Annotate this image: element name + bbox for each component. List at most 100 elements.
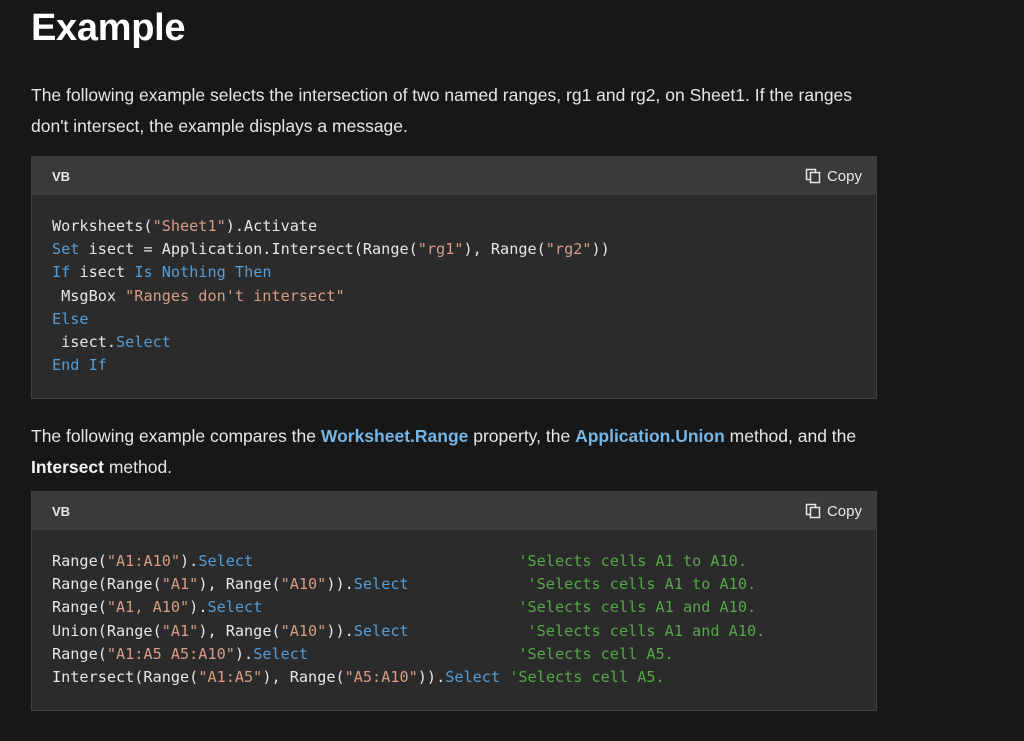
code-line: Set isect = Application.Intersect(Range(… (52, 238, 856, 261)
code-line: Else (52, 308, 856, 331)
code-line: Range("A1, A10").Select 'Selects cells A… (52, 596, 856, 619)
code-comment: 'Selects cells A1 and A10. (518, 598, 757, 617)
code-header-2: VB Copy (32, 492, 876, 530)
code-body-1[interactable]: Worksheets("Sheet1").Activate Set isect =… (32, 195, 876, 377)
code-block-1: VB Copy Worksheets("Sheet1").Activate Set… (31, 156, 877, 399)
code-string: "A10" (280, 621, 327, 640)
copy-button[interactable]: Copy (805, 503, 862, 520)
code-keyword: Select (207, 598, 263, 617)
code-text: ), Range( (463, 240, 546, 259)
code-language-label: VB (52, 503, 71, 519)
section-heading: Example (31, 7, 186, 49)
code-text: ), Range( (262, 667, 345, 686)
code-text: Union(Range( (52, 621, 162, 640)
code-comment: 'Selects cells A1 to A10. (527, 575, 757, 594)
code-line: End If (52, 354, 856, 377)
code-line: If isect Is Nothing Then (52, 261, 856, 284)
code-text: )). (326, 621, 354, 640)
code-string: "rg1" (417, 240, 464, 259)
code-keyword: Select (353, 575, 409, 594)
code-string: "A1:A10" (106, 552, 181, 570)
code-body-2[interactable]: Range("A1:A10").Select 'Selects cells A1… (32, 530, 876, 689)
code-keyword: Set (52, 240, 80, 259)
code-string: "A1" (161, 575, 199, 594)
copy-icon (805, 503, 821, 519)
compare-text-mid1: property, the (468, 426, 576, 446)
code-text: Intersect(Range( (52, 667, 199, 686)
intersect-bold-term: Intersect (31, 457, 104, 477)
compare-text-mid2: method, and the (724, 426, 857, 446)
code-line: Range("A1:A5 A5:A10").Select 'Selects ce… (52, 643, 856, 666)
code-comment: 'Selects cell A5. (509, 667, 665, 686)
copy-label: Copy (826, 502, 862, 520)
code-line: Range("A1:A10").Select 'Selects cells A1… (52, 550, 856, 573)
code-text: )). (326, 575, 354, 594)
code-keyword: Else (52, 309, 89, 328)
code-text: ), Range( (198, 621, 281, 640)
copy-label: Copy (826, 167, 862, 185)
code-comment: 'Selects cells A1 to A10. (518, 552, 747, 570)
code-text: )). (417, 667, 446, 686)
code-keyword: If (52, 263, 71, 282)
compare-text-prefix: The following example compares the (31, 426, 321, 446)
code-keyword: Select (116, 332, 171, 351)
intro-paragraph: The following example selects the inters… (31, 85, 853, 136)
code-line: Worksheets("Sheet1").Activate (52, 215, 856, 238)
copy-icon (805, 168, 821, 184)
code-string: "A5:A10" (344, 667, 418, 686)
code-line: MsgBox "Ranges don't intersect" (52, 285, 856, 308)
code-text: Range( (52, 644, 107, 663)
code-string: "A1, A10" (106, 598, 190, 617)
code-text: ).Activate (225, 217, 318, 235)
code-keyword: Select (253, 644, 309, 663)
code-text: isect = Application.Intersect(Range( (79, 240, 418, 259)
code-keyword: End (52, 356, 80, 375)
code-string: "Sheet1" (152, 217, 226, 235)
code-language-label: VB (52, 168, 71, 184)
code-text: Range( (52, 598, 107, 617)
code-text: ). (180, 552, 199, 570)
application-union-link[interactable]: Application.Union (575, 426, 725, 446)
code-block-2: VB Copy Range("A1:A10").Select 'Selects … (31, 491, 877, 711)
compare-paragraph: The following example compares the Works… (31, 421, 877, 483)
code-string: "A10" (280, 575, 327, 594)
code-line: Range(Range("A1"), Range("A10")).Select … (52, 573, 856, 596)
code-text: ), Range( (198, 575, 281, 594)
code-keyword: Select (198, 552, 254, 570)
code-string: "A1" (161, 621, 199, 640)
code-text: ). (234, 644, 254, 663)
code-header-1: VB Copy (32, 157, 876, 195)
compare-text-suffix: method. (103, 457, 173, 477)
code-line: Union(Range("A1"), Range("A10")).Select … (52, 620, 856, 643)
code-text: Range( (52, 552, 107, 570)
article-content: Example The following example selects th… (31, 0, 877, 711)
code-text: )) (591, 240, 610, 259)
code-keyword: Then (234, 263, 272, 282)
code-text: isect. (52, 332, 117, 351)
code-keyword: Select (353, 621, 409, 640)
code-keyword: Nothing (161, 263, 226, 282)
code-keyword: Is (134, 263, 153, 282)
code-keyword: Select (445, 667, 501, 686)
code-string: "A1:A5" (198, 667, 263, 686)
copy-button[interactable]: Copy (805, 168, 862, 185)
code-string: "A1:A5 A5:A10" (106, 644, 235, 663)
worksheet-range-link[interactable]: Worksheet.Range (321, 426, 469, 446)
code-string: "Ranges don't intersect" (125, 286, 345, 305)
code-comment: 'Selects cells A1 and A10. (527, 621, 766, 640)
code-text: ). (189, 598, 208, 617)
code-text: MsgBox (52, 286, 126, 305)
code-line: isect.Select (52, 331, 856, 354)
code-comment: 'Selects cell A5. (518, 644, 674, 663)
code-text: Worksheets( (52, 217, 153, 235)
code-text: Range(Range( (52, 575, 162, 594)
